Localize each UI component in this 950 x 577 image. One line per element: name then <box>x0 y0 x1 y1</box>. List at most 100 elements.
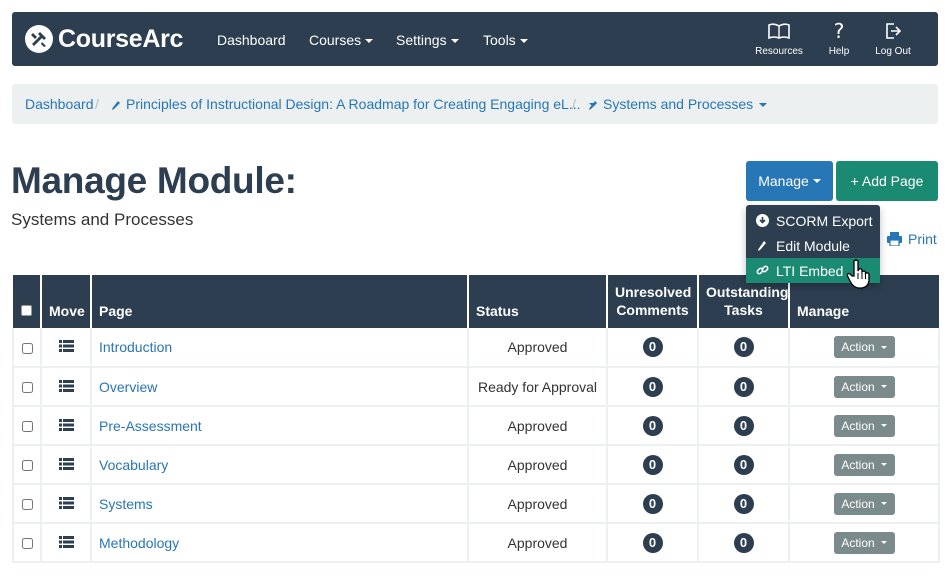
row-checkbox[interactable] <box>21 538 33 550</box>
breadcrumb-module[interactable]: Systems and Processes <box>588 96 768 112</box>
tasks-cell: 0 <box>697 523 790 563</box>
page-link[interactable]: Introduction <box>99 339 172 355</box>
manage-button[interactable]: Manage <box>746 161 833 201</box>
manage-cell: Action <box>788 484 940 524</box>
breadcrumb-dashboard[interactable]: Dashboard <box>25 96 94 112</box>
caret-down-icon <box>519 39 528 44</box>
row-checkbox[interactable] <box>21 460 33 472</box>
row-select-cell <box>12 328 42 368</box>
header-outstanding-line2: Tasks <box>724 302 763 318</box>
action-button-label: Action <box>841 379 875 394</box>
action-button[interactable]: Action <box>833 453 895 476</box>
pencil-icon <box>589 100 597 110</box>
caret-down-icon <box>880 463 887 466</box>
action-button[interactable]: Action <box>833 375 895 398</box>
status-cell: Approved <box>467 484 608 524</box>
print-link[interactable]: Print <box>887 231 937 247</box>
header-move: Move <box>41 275 92 328</box>
select-all-header <box>13 275 42 328</box>
breadcrumb-module-label: Systems and Processes <box>603 96 754 112</box>
comments-cell: 0 <box>606 328 699 368</box>
nav-help[interactable]: ? Help <box>824 19 854 57</box>
table-row: Overview Ready for Approval 0 0 Action <box>12 367 940 407</box>
comments-cell: 0 <box>606 484 699 524</box>
action-button[interactable]: Action <box>833 531 895 554</box>
move-handle[interactable] <box>40 406 92 446</box>
page-subtitle: Systems and Processes <box>11 210 194 229</box>
page-link[interactable]: Methodology <box>99 535 179 551</box>
nav-help-label: Help <box>828 46 850 57</box>
action-button-label: Action <box>841 457 875 472</box>
row-select-cell <box>12 445 42 485</box>
action-button[interactable]: Action <box>833 336 895 358</box>
pages-table-container: Move Page Status Unresolved Comments Out… <box>12 275 940 563</box>
row-checkbox[interactable] <box>21 382 33 394</box>
list-drag-icon <box>58 496 74 509</box>
page-cell: Vocabulary <box>90 445 469 485</box>
manage-cell: Action <box>788 406 940 446</box>
comments-count-badge: 0 <box>642 454 663 475</box>
nav-settings[interactable]: Settings <box>396 32 459 48</box>
page-cell: Systems <box>90 484 469 524</box>
nav-settings-label: Settings <box>396 32 447 48</box>
move-handle[interactable] <box>40 523 92 563</box>
move-handle[interactable] <box>40 484 92 524</box>
table-row: Vocabulary Approved 0 0 Action <box>12 445 940 485</box>
header-unresolved-line1: Unresolved <box>615 284 692 300</box>
tasks-count-badge: 0 <box>733 454 754 475</box>
caret-down-icon <box>812 179 821 183</box>
menu-item-label: LTI Embed <box>776 262 844 279</box>
comments-count-badge: 0 <box>642 532 663 553</box>
header-page: Page <box>91 275 469 328</box>
row-checkbox[interactable] <box>21 421 33 433</box>
brand-logo[interactable]: CourseArc <box>25 24 183 54</box>
add-page-button[interactable]: + Add Page <box>836 161 938 201</box>
header-unresolved-line2: Comments <box>616 302 689 318</box>
menu-item-label: SCORM Export <box>776 212 873 229</box>
action-button[interactable]: Action <box>833 414 895 437</box>
tasks-count-badge: 0 <box>733 415 754 436</box>
list-drag-icon <box>58 418 74 431</box>
nav-resources[interactable]: Resources <box>754 20 804 57</box>
caret-down-icon <box>450 39 459 44</box>
move-handle[interactable] <box>40 445 92 485</box>
page-cell: Introduction <box>90 328 469 368</box>
book-icon <box>754 20 804 42</box>
breadcrumb-course[interactable]: Principles of Instructional Design: A Ro… <box>111 96 598 112</box>
action-button-label: Action <box>841 418 875 433</box>
tasks-cell: 0 <box>697 445 790 485</box>
comments-count-badge: 0 <box>642 337 663 357</box>
move-handle[interactable] <box>40 328 92 368</box>
select-all-checkbox[interactable] <box>21 305 32 316</box>
menu-item-edit-module[interactable]: Edit Module <box>746 233 880 258</box>
page-link[interactable]: Systems <box>99 496 153 512</box>
row-select-cell <box>12 523 42 563</box>
page-link[interactable]: Overview <box>99 379 157 395</box>
table-row: Introduction Approved 0 0 Action <box>12 328 940 368</box>
nav-tools[interactable]: Tools <box>483 32 528 48</box>
page-link[interactable]: Pre-Assessment <box>99 418 202 434</box>
table-row: Systems Approved 0 0 Action <box>12 484 940 524</box>
nav-resources-label: Resources <box>755 46 803 57</box>
breadcrumb-course-label: Principles of Instructional Design: A Ro… <box>126 96 581 112</box>
move-handle[interactable] <box>40 367 92 407</box>
row-checkbox[interactable] <box>21 499 33 511</box>
action-button-label: Action <box>841 535 875 550</box>
page-link[interactable]: Vocabulary <box>99 457 168 473</box>
nav-courses[interactable]: Courses <box>309 32 374 48</box>
manage-cell: Action <box>788 523 940 563</box>
list-drag-icon <box>58 535 74 548</box>
action-button-label: Action <box>841 496 875 511</box>
caret-down-icon <box>880 385 887 388</box>
page-cell: Methodology <box>90 523 469 563</box>
row-checkbox[interactable] <box>21 342 33 354</box>
nav-dashboard[interactable]: Dashboard <box>217 32 286 48</box>
nav-logout[interactable]: Log Out <box>872 20 914 57</box>
action-button[interactable]: Action <box>833 492 895 515</box>
row-select-cell <box>12 367 42 407</box>
table-row: Methodology Approved 0 0 Action <box>12 523 940 563</box>
menu-item-scorm-export[interactable]: SCORM Export <box>746 208 880 233</box>
row-select-cell <box>12 484 42 524</box>
nav-courses-label: Courses <box>309 32 362 48</box>
comments-count-badge: 0 <box>642 376 663 397</box>
